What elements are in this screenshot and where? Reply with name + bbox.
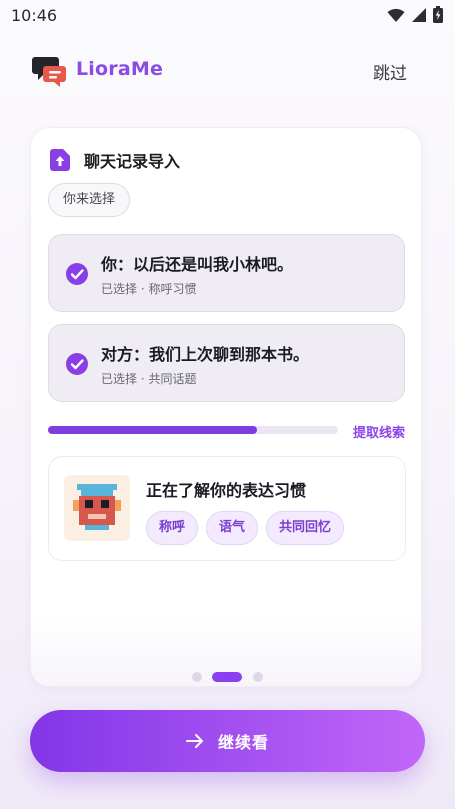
- continue-button[interactable]: 继续看: [30, 710, 425, 772]
- habit-title: 正在了解你的表达习惯: [146, 481, 307, 500]
- message-status: 已选择 · 共同话题: [101, 372, 197, 386]
- continue-label: 继续看: [217, 733, 269, 752]
- battery-icon: [433, 6, 443, 23]
- progress-label: 提取线索: [352, 426, 405, 441]
- message-status: 已选择 · 称呼习惯: [101, 282, 197, 296]
- progress-fill: [48, 426, 257, 434]
- card-header: 聊天记录导入: [50, 148, 180, 172]
- page-dot-active: [212, 672, 242, 682]
- habit-card: 正在了解你的表达习惯 称呼 语气 共同回忆: [48, 456, 406, 561]
- habit-tag[interactable]: 语气: [206, 511, 259, 545]
- message-text: 对方：我们上次聊到那本书。: [101, 345, 310, 364]
- wifi-icon: [387, 8, 405, 22]
- file-import-icon: [50, 149, 70, 171]
- app-logo-icon: [32, 57, 66, 87]
- page-indicator: [0, 671, 455, 683]
- import-card: 聊天记录导入 你来选择 你：以后还是叫我小林吧。 已选择 · 称呼习惯 对方：我…: [30, 127, 422, 687]
- progress-bar: [48, 426, 338, 434]
- signal-icon: [412, 7, 426, 22]
- page-dot: [192, 672, 202, 682]
- status-bar: 10:46: [0, 0, 455, 30]
- status-icons: [387, 6, 443, 23]
- message-option[interactable]: 你：以后还是叫我小林吧。 已选择 · 称呼习惯: [48, 234, 405, 312]
- message-option[interactable]: 对方：我们上次聊到那本书。 已选择 · 共同话题: [48, 324, 405, 402]
- app-title: LioraMe: [76, 58, 164, 80]
- pixel-avatar-icon: [64, 475, 130, 541]
- card-title: 聊天记录导入: [84, 152, 181, 171]
- message-text: 你：以后还是叫我小林吧。: [101, 255, 294, 274]
- skip-button[interactable]: 跳过: [373, 59, 407, 84]
- habit-tags: 称呼 语气 共同回忆: [146, 511, 345, 545]
- check-circle-icon: [66, 263, 88, 285]
- app-header: LioraMe 跳过: [0, 50, 455, 92]
- choose-chip[interactable]: 你来选择: [48, 183, 131, 217]
- page-dot: [253, 672, 263, 682]
- habit-tag[interactable]: 共同回忆: [266, 511, 345, 545]
- check-circle-icon: [66, 353, 88, 375]
- status-time: 10:46: [11, 6, 58, 25]
- habit-tag[interactable]: 称呼: [146, 511, 199, 545]
- arrow-right-icon: [185, 734, 203, 748]
